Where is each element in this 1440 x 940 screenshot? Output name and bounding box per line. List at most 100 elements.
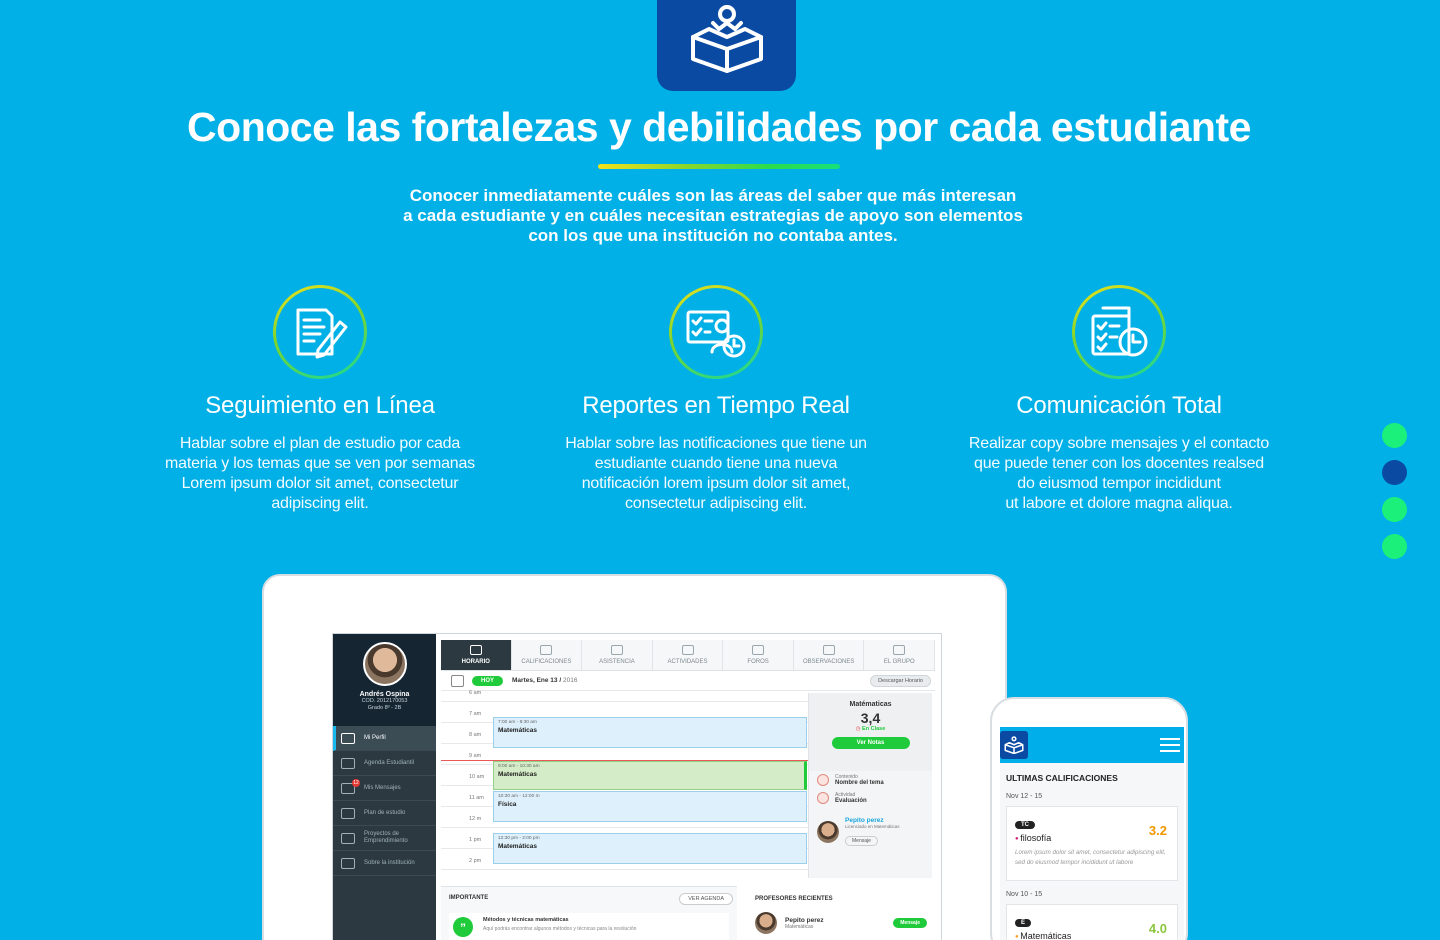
list-item: Pepito perez Matemáticas Mensaje — [755, 912, 927, 934]
id-card-icon — [341, 732, 355, 744]
list-item[interactable]: ” Métodos y técnicas matemáticas Aquí pod… — [449, 913, 729, 940]
pager-dot[interactable] — [1382, 423, 1407, 448]
app-screen: Andrés Ospina COD. 2012170053 Grado 8º -… — [332, 633, 942, 940]
section-pager — [1382, 423, 1407, 571]
sidebar-item-mi-perfil[interactable]: Mi Perfil — [333, 726, 436, 751]
content-info: Contenido Nombre del tema — [809, 771, 932, 789]
feature-description: Realizar copy sobre mensajes y el contac… — [968, 435, 1270, 512]
teacher-role: Licenciado en Matemáticas — [845, 824, 900, 829]
student-name: Andrés Ospina — [359, 691, 410, 698]
grade-card[interactable]: E Matemáticas 4.0 — [1006, 904, 1178, 940]
pager-dot[interactable] — [1382, 534, 1407, 559]
current-date: Martes, Ene 13 / — [512, 677, 562, 684]
schedule-event[interactable]: 7:00 am - 8:30 am Matemáticas — [493, 717, 807, 748]
grade-subject: Matemáticas — [1015, 931, 1169, 940]
sidebar-item-plan[interactable]: Plan de estudio — [333, 801, 436, 826]
grade-score: 3.2 — [1148, 823, 1167, 838]
calendar-icon[interactable] — [451, 674, 464, 687]
content-icon — [817, 774, 829, 786]
tab-actividades[interactable]: ACTIVIDADES — [652, 640, 724, 670]
grades-icon — [540, 645, 553, 655]
schedule-event[interactable]: 10:30 am - 12:00 m Física — [493, 791, 807, 822]
schedule-event-current[interactable]: 9:00 am - 10:30 am Matemáticas — [493, 761, 807, 790]
tab-calificaciones[interactable]: CALIFICACIONES — [511, 640, 583, 670]
grade-score: 4.0 — [1148, 921, 1167, 936]
megaphone-icon — [822, 645, 835, 655]
phone-mockup: ULTIMAS CALIFICACIONES Nov 12 - 15 TC fi… — [990, 697, 1188, 940]
date-range: Nov 10 - 15 — [1006, 891, 1043, 898]
open-book-reader-icon — [690, 5, 763, 73]
feature-icon-ring — [1072, 285, 1166, 379]
book-icon — [341, 807, 355, 819]
forum-icon — [752, 645, 765, 655]
message-button[interactable]: Mensaje — [893, 918, 927, 928]
tab-observaciones[interactable]: OBSERVACIONES — [793, 640, 865, 670]
sidebar-item-mensajes[interactable]: 12 Mis Mensajes — [333, 776, 436, 801]
title-underline — [598, 164, 840, 169]
app-main: HORARIO CALIFICACIONES ASISTENCIA ACTIVI… — [441, 640, 936, 940]
view-agenda-button[interactable]: VER AGENDA — [679, 893, 733, 905]
tab-asistencia[interactable]: ASISTENCIA — [582, 640, 653, 670]
schedule-icon — [469, 645, 482, 655]
quote-icon: ” — [453, 917, 473, 937]
tab-el-grupo[interactable]: EL GRUPO — [864, 640, 936, 670]
teacher-card: Pepito perez Licenciado en Matemáticas M… — [809, 807, 932, 847]
avatar[interactable] — [817, 821, 839, 843]
pager-dot[interactable] — [1382, 497, 1407, 522]
class-detail-panel: Matématicas 3,4 En Clase Ver Notas Conte… — [808, 693, 932, 878]
important-panel: IMPORTANTE VER AGENDA ” Métodos y técnic… — [441, 886, 737, 940]
tab-foros[interactable]: FOROS — [723, 640, 794, 670]
date-range: Nov 12 - 15 — [1006, 793, 1043, 800]
feature-title: Reportes en Tiempo Real — [582, 392, 850, 419]
sidebar-item-proyectos[interactable]: Proyectos de Emprendimiento — [333, 826, 436, 851]
schedule-event[interactable]: 12:30 pm - 2:00 pm Matemáticas — [493, 833, 807, 864]
student-grade: Grado 8º - 2B — [367, 705, 402, 711]
feature-description: Hablar sobre el plan de estudio por cada… — [165, 435, 475, 512]
app-sidebar: Andrés Ospina COD. 2012170053 Grado 8º -… — [333, 634, 436, 940]
grade-card[interactable]: TC filosofía 3.2 Lorem ipsum dolor sit a… — [1006, 806, 1178, 881]
sidebar-item-agenda[interactable]: Agenda Estudiantil — [333, 751, 436, 776]
pager-dot-active[interactable] — [1382, 460, 1407, 485]
grade-description: Lorem ipsum dolor sit amet, consectetur … — [1015, 849, 1166, 866]
detail-subject: Matématicas — [849, 701, 892, 708]
activity-icon — [817, 792, 829, 804]
feature-comunicacion: Comunicación Total Realizar copy sobre m… — [962, 285, 1276, 514]
avatar[interactable] — [755, 912, 777, 934]
avatar[interactable] — [362, 642, 407, 686]
student-profile: Andrés Ospina COD. 2012170053 Grado 8º -… — [333, 634, 436, 726]
teacher-name[interactable]: Pepito perez — [845, 817, 900, 824]
student-code: COD. 2012170053 — [361, 698, 408, 704]
feature-title: Comunicación Total — [1016, 392, 1222, 419]
activities-icon — [681, 645, 694, 655]
phone-content: ULTIMAS CALIFICACIONES Nov 12 - 15 TC fi… — [1000, 763, 1184, 940]
laptop-mockup: Andrés Ospina COD. 2012170053 Grado 8º -… — [262, 574, 1007, 940]
current-year: 2016 — [562, 677, 578, 684]
hour-row: 6 am — [441, 690, 808, 702]
detail-grade: 3,4 — [860, 710, 881, 726]
attendance-icon — [610, 645, 623, 655]
feature-reportes: Reportes en Tiempo Real Hablar sobre las… — [556, 285, 876, 514]
dashboard-bottom: IMPORTANTE VER AGENDA ” Métodos y técnic… — [441, 886, 935, 940]
page-title: Conoce las fortalezas y debilidades por … — [187, 104, 1251, 150]
section-title: ULTIMAS CALIFICACIONES — [1006, 773, 1118, 783]
download-schedule-button[interactable]: Descargar Horario — [870, 674, 931, 687]
feature-description: Hablar sobre las notificaciones que tien… — [565, 435, 867, 512]
feature-icon-ring — [273, 285, 367, 379]
brand-logo[interactable] — [1000, 731, 1028, 759]
tab-horario[interactable]: HORARIO — [441, 640, 512, 670]
checklist-clock-icon — [1091, 306, 1148, 357]
recent-teachers-panel: PROFESORES RECIENTES Pepito perez Matemát… — [747, 886, 935, 940]
brand-logo[interactable] — [657, 0, 796, 91]
hour-row: 12 m — [441, 816, 808, 828]
message-button[interactable]: Mensaje — [845, 836, 878, 846]
today-button[interactable]: HOY — [472, 675, 504, 686]
intro-text: Conocer inmediatamente cuáles son las ár… — [403, 186, 1023, 245]
hour-row: 2 pm — [441, 858, 808, 870]
hamburger-menu-icon[interactable] — [1160, 738, 1180, 752]
group-icon — [893, 645, 906, 655]
feature-icon-ring — [669, 285, 763, 379]
feature-title: Seguimiento en Línea — [205, 392, 435, 419]
sidebar-item-institucion[interactable]: Sobre la institución — [333, 851, 436, 876]
checklist-user-clock-icon — [686, 310, 746, 358]
view-grades-button[interactable]: Ver Notas — [831, 737, 910, 749]
